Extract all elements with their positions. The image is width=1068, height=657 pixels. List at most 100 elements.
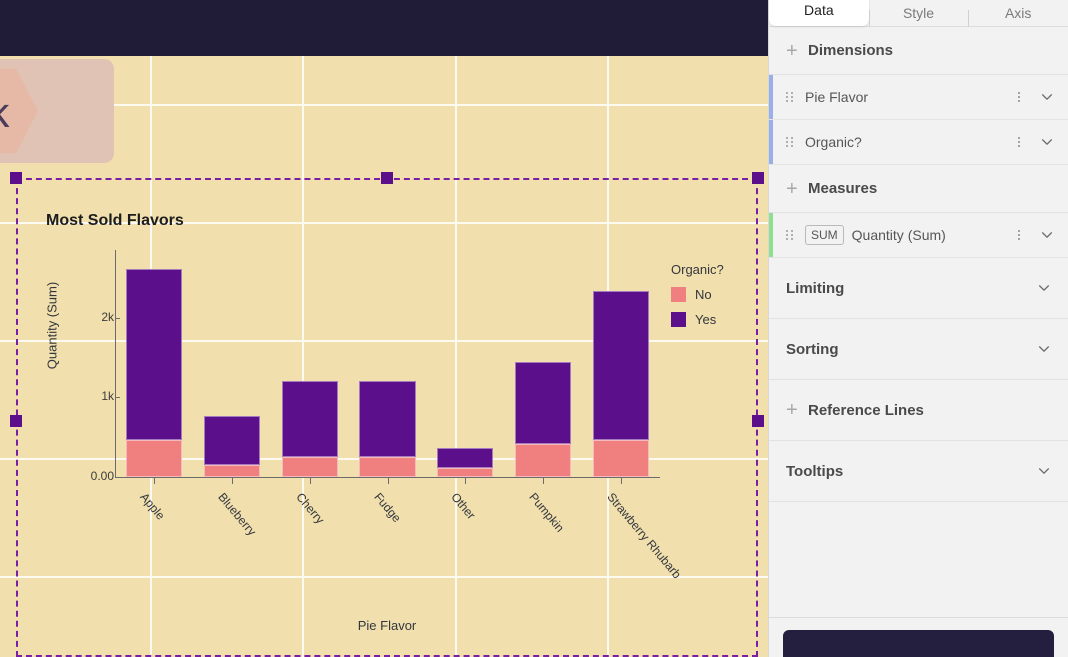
legend-item[interactable]: No (671, 287, 724, 302)
bar-stack[interactable] (281, 381, 338, 477)
bar-segment-no[interactable] (281, 457, 338, 477)
resize-handle-top-left[interactable] (10, 172, 22, 184)
more-options-icon[interactable] (1012, 92, 1026, 102)
field-row-pie-flavor[interactable]: Pie Flavor (769, 75, 1068, 120)
bar-stack[interactable] (125, 269, 182, 477)
y-axis-tick-mark (115, 477, 120, 478)
field-label: Pie Flavor (805, 89, 869, 105)
section-header-dimensions[interactable]: + Dimensions (769, 27, 1068, 75)
bar-segment-yes[interactable] (281, 381, 338, 458)
tab-axis-label: Axis (1004, 5, 1032, 21)
aggregation-chip[interactable]: SUM (805, 225, 844, 245)
tab-divider (868, 10, 870, 27)
chevron-down-icon[interactable] (1040, 135, 1054, 149)
x-axis-tick-mark (621, 478, 623, 484)
chart-config-panel: Data Style Axis + Dimensions Pie Flavor … (768, 0, 1068, 657)
bar-stack[interactable] (359, 381, 416, 477)
bar-stack[interactable] (437, 448, 494, 477)
bar-stack[interactable] (203, 415, 260, 477)
more-options-icon[interactable] (1012, 230, 1026, 240)
x-axis-tick-mark (231, 478, 233, 484)
field-row-quantity-sum[interactable]: SUM Quantity (Sum) (769, 213, 1068, 258)
bar-segment-no[interactable] (203, 465, 260, 477)
chevron-down-icon[interactable] (1037, 464, 1051, 478)
section-header-tooltips[interactable]: Tooltips (769, 441, 1068, 502)
plus-icon[interactable]: + (786, 41, 808, 61)
legend-label: No (695, 287, 712, 302)
legend-swatch (671, 312, 686, 327)
section-title-limiting: Limiting (786, 279, 845, 297)
section-header-measures[interactable]: + Measures (769, 165, 1068, 213)
x-axis-tick-mark (153, 478, 155, 484)
tab-axis[interactable]: Axis (968, 5, 1068, 27)
drag-handle-icon[interactable] (786, 137, 793, 147)
bar-segment-no[interactable] (437, 468, 494, 477)
bar-series-container (115, 250, 660, 477)
bar-segment-yes[interactable] (593, 290, 650, 441)
field-label: Organic? (805, 134, 862, 150)
x-axis-label: Pie Flavor (357, 618, 417, 633)
x-axis-category-label: Fudge (370, 490, 404, 526)
tab-style-label: Style (902, 5, 935, 21)
resize-handle-middle-right[interactable] (752, 415, 764, 427)
bar-segment-yes[interactable] (125, 269, 182, 441)
section-title-tooltips: Tooltips (786, 462, 844, 480)
section-title-sorting: Sorting (786, 340, 839, 358)
bar-segment-no[interactable] (515, 443, 572, 477)
field-row-organic[interactable]: Organic? (769, 120, 1068, 165)
legend-title: Organic? (671, 262, 724, 277)
bar-segment-yes[interactable] (437, 448, 494, 469)
chart-plot-area: Quantity (Sum) 0.00 1k 2k Apple Blueberry Ch… (16, 178, 758, 657)
chevron-down-icon[interactable] (1040, 90, 1054, 104)
bar-segment-no[interactable] (359, 457, 416, 477)
measure-accent-bar (769, 213, 773, 257)
app-header-bar (0, 0, 768, 56)
bar-stack[interactable] (515, 361, 572, 477)
resize-handle-middle-left[interactable] (10, 415, 22, 427)
drag-handle-icon[interactable] (786, 92, 793, 102)
legend-item[interactable]: Yes (671, 312, 724, 327)
legend-label: Yes (695, 312, 717, 327)
bar-segment-no[interactable] (125, 440, 182, 477)
bar-segment-yes[interactable] (203, 415, 260, 466)
section-header-sorting[interactable]: Sorting (769, 319, 1068, 380)
y-axis-label: Quantity (Sum) (44, 281, 60, 370)
section-header-reference-lines[interactable]: + Reference Lines (769, 380, 1068, 441)
plus-icon[interactable]: + (786, 400, 808, 420)
bar-segment-no[interactable] (593, 440, 650, 477)
bar-stack[interactable] (593, 290, 650, 477)
plus-icon[interactable]: + (786, 179, 808, 199)
x-axis-category-label: Other (448, 490, 479, 522)
dimension-accent-bar (769, 120, 773, 164)
tab-style[interactable]: Style (868, 5, 969, 27)
panel-tabs: Data Style Axis (769, 0, 1068, 27)
chevron-down-icon[interactable] (1040, 228, 1054, 242)
x-axis-tick-mark (309, 478, 311, 484)
dimension-accent-bar (769, 75, 773, 119)
tab-data[interactable]: Data (769, 0, 869, 26)
chart-widget[interactable]: Most Sold Flavors Quantity (Sum) 0.00 1k 2… (10, 172, 764, 657)
apply-button[interactable] (783, 630, 1054, 657)
resize-handle-top-right[interactable] (752, 172, 764, 184)
kpi-card-widget[interactable]: 8k (0, 59, 114, 163)
chevron-down-icon[interactable] (1037, 281, 1051, 295)
bar-segment-yes[interactable] (359, 381, 416, 458)
section-title-reference-lines: Reference Lines (808, 401, 924, 419)
tab-divider (968, 10, 970, 27)
resize-handle-top-center[interactable] (381, 172, 393, 184)
x-axis-category-label: Strawberry Rhubarb (604, 490, 685, 582)
x-axis-category-label: Cherry (292, 490, 327, 527)
chevron-down-icon[interactable] (1037, 342, 1051, 356)
section-title-dimensions: Dimensions (808, 42, 894, 59)
bar-segment-yes[interactable] (515, 361, 572, 444)
x-axis-category-label: Pumpkin (526, 490, 568, 535)
x-axis-category-label: Apple (137, 490, 168, 523)
field-label: Quantity (Sum) (851, 227, 946, 243)
dashboard-canvas[interactable]: 8k Most Sold Flavors Quantity (Sum) 0.00… (0, 0, 768, 657)
x-axis-tick-mark (543, 478, 545, 484)
more-options-icon[interactable] (1012, 137, 1026, 147)
tab-data-label: Data (804, 2, 834, 18)
y-axis-tick-label: 2k (101, 309, 114, 324)
section-header-limiting[interactable]: Limiting (769, 258, 1068, 319)
drag-handle-icon[interactable] (786, 230, 793, 240)
